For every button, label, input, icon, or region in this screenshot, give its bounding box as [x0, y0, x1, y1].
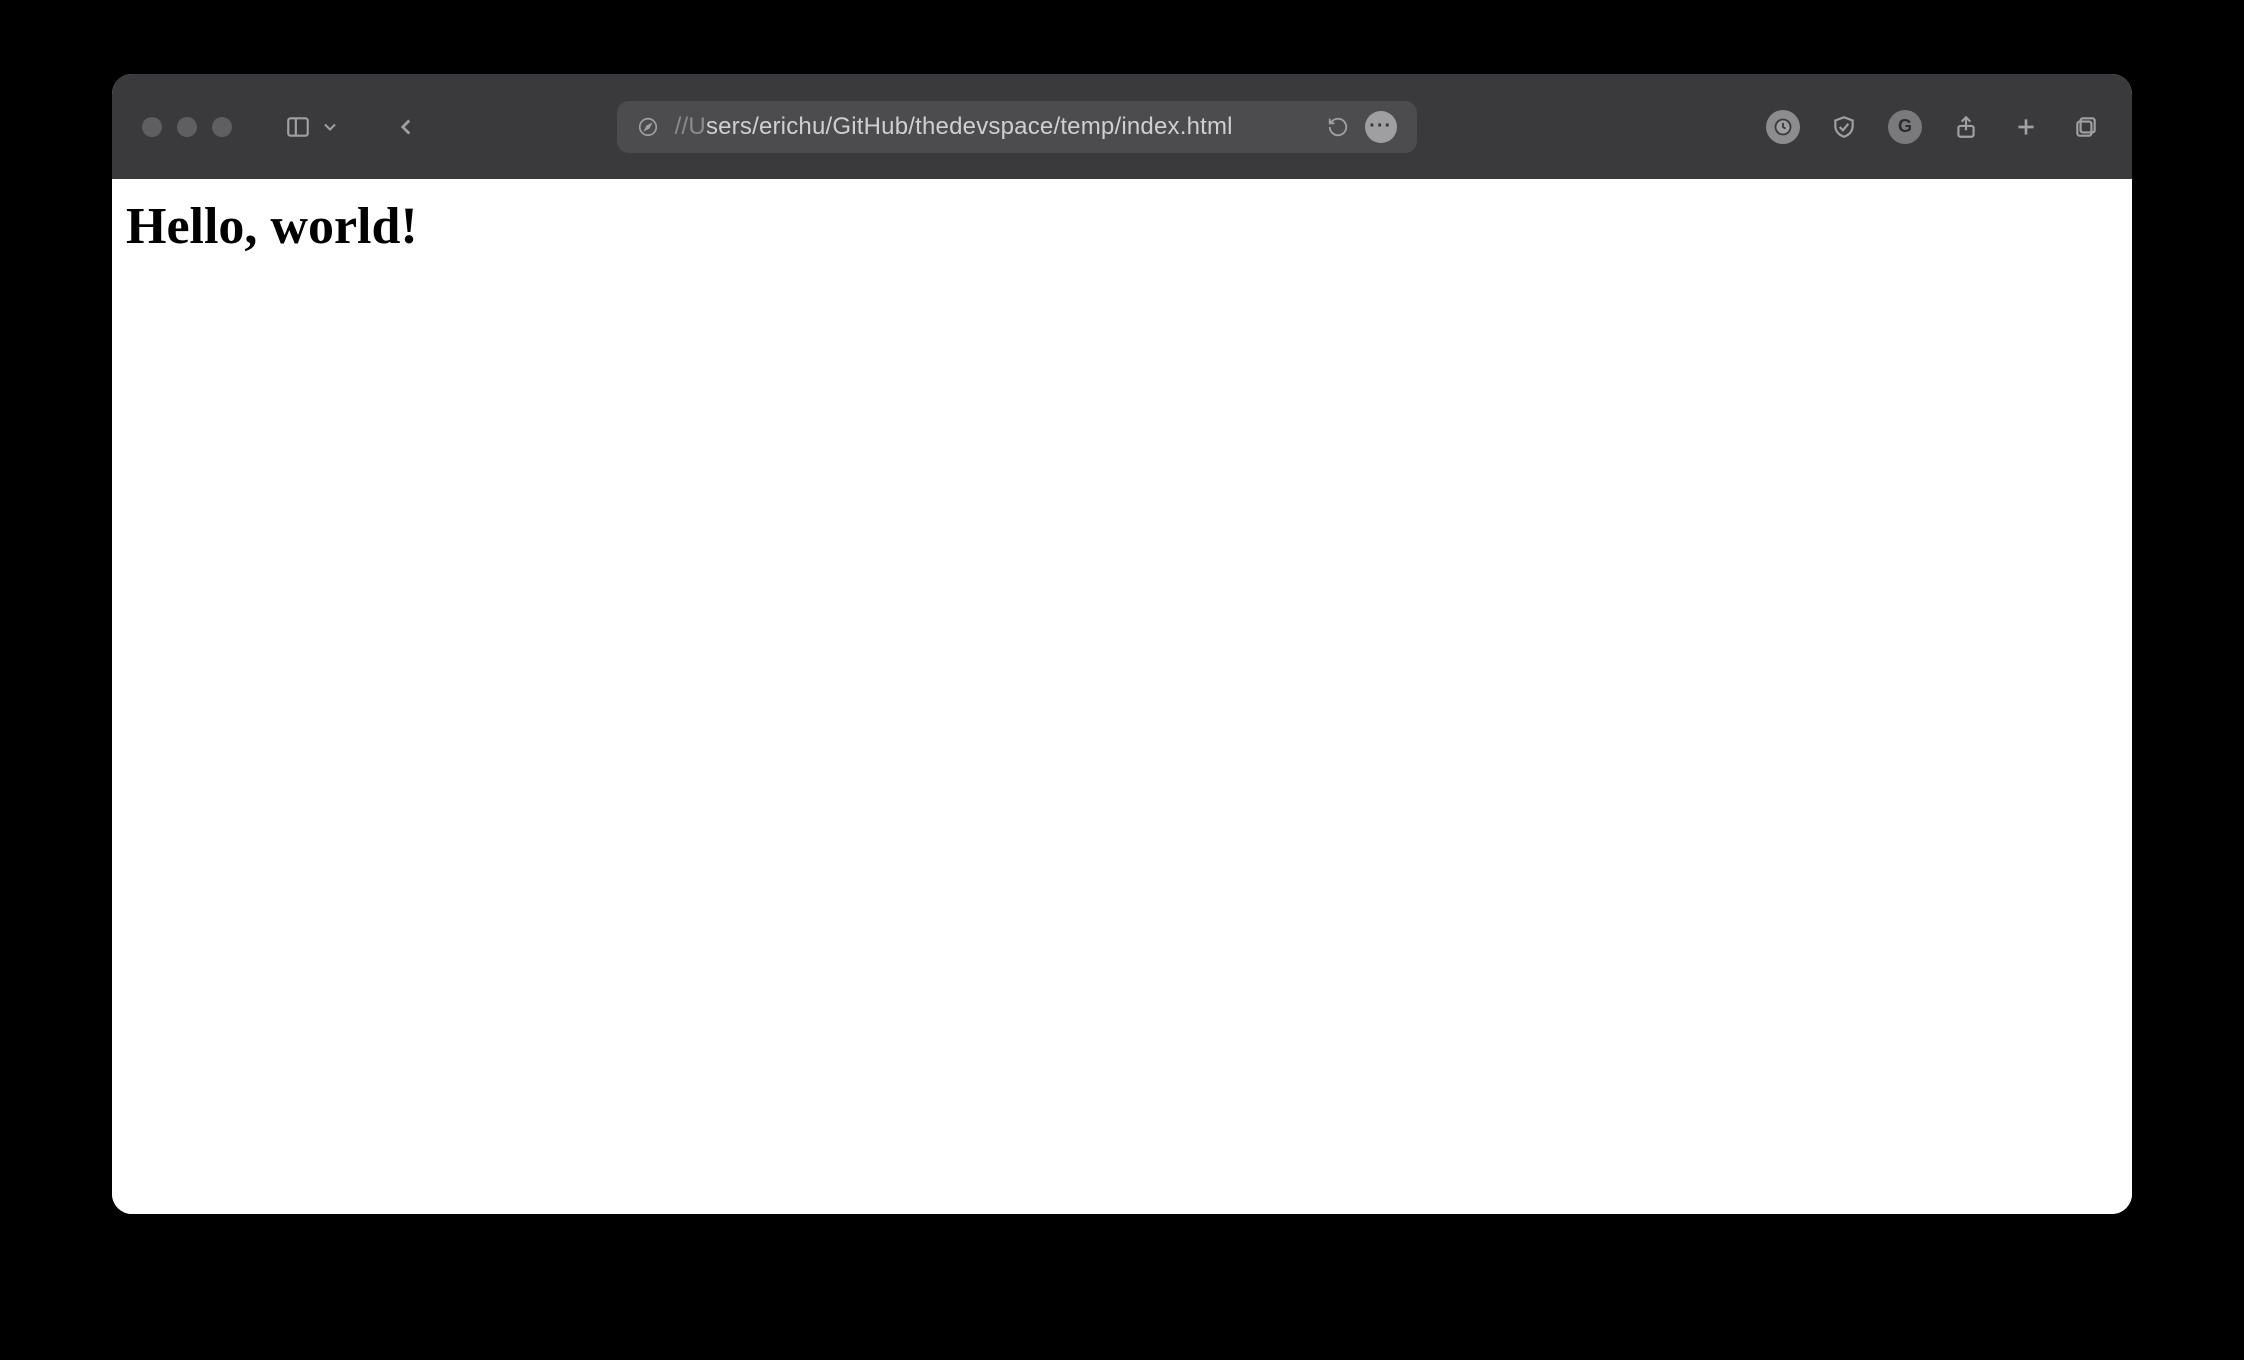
window-controls [142, 117, 232, 137]
new-tab-icon[interactable] [2010, 111, 2042, 143]
address-url: //Users/erichu/GitHub/thedevspace/temp/i… [675, 113, 1233, 141]
extension-icon[interactable] [1766, 110, 1800, 144]
window-close-button[interactable] [142, 117, 162, 137]
share-icon[interactable] [1950, 111, 1982, 143]
grammarly-icon[interactable]: G [1888, 110, 1922, 144]
page-actions-icon[interactable]: ··· [1365, 111, 1397, 143]
reload-icon[interactable] [1327, 116, 1349, 138]
page-heading: Hello, world! [126, 197, 2118, 256]
browser-toolbar: //Users/erichu/GitHub/thedevspace/temp/i… [112, 74, 2132, 179]
address-bar[interactable]: //Users/erichu/GitHub/thedevspace/temp/i… [617, 101, 1417, 153]
sidebar-toggle-icon[interactable] [282, 111, 314, 143]
window-maximize-button[interactable] [212, 117, 232, 137]
chevron-down-icon[interactable] [320, 111, 340, 143]
compass-icon [637, 116, 659, 138]
page-content: Hello, world! [112, 179, 2132, 1214]
toolbar-right-icons: G [1766, 110, 2102, 144]
back-button[interactable] [390, 111, 422, 143]
tabs-overview-icon[interactable] [2070, 111, 2102, 143]
shield-icon[interactable] [1828, 111, 1860, 143]
window-minimize-button[interactable] [177, 117, 197, 137]
browser-window: //Users/erichu/GitHub/thedevspace/temp/i… [112, 74, 2132, 1214]
